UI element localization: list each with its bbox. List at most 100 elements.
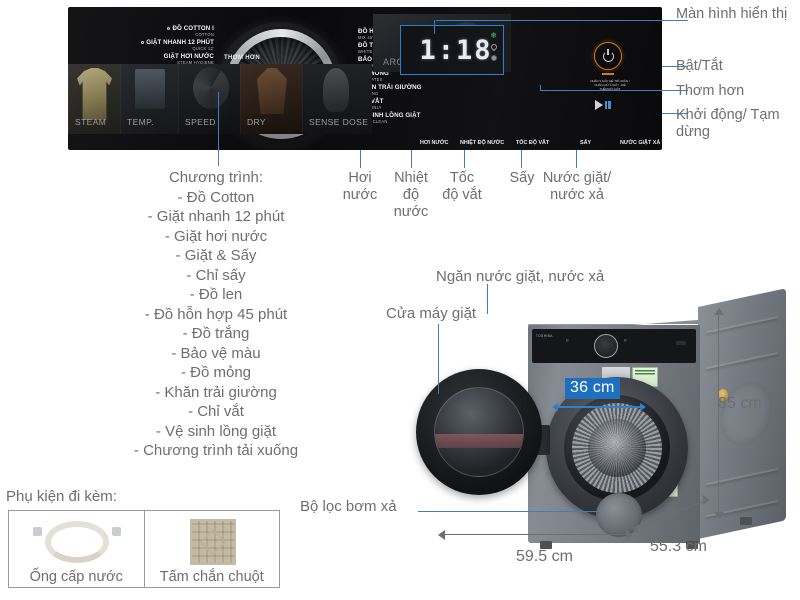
leader-display-run [436,20,662,22]
washer-drum [572,403,662,493]
annotation-steam: Hơi nước [342,170,378,203]
button-steam-label: STEAM [75,117,107,127]
spin-icon [193,67,229,109]
annotation-program-line: - Đồ len [189,286,243,303]
program-name-en: SPIN ONLY [358,104,382,110]
annotation-program-line: - Bảo vệ màu [171,344,261,362]
accessory-item-hose: Ống cấp nước [9,511,144,587]
program-item[interactable]: KHĂN TRẢI GIƯỜNGBEDDING [358,85,454,96]
accessory-hose-label: Ống cấp nước [29,569,123,585]
washer-mini-control-panel: TOSHIBA |||| |||| [532,329,696,363]
annotation-program-line: - Đồ mỏng [180,364,252,381]
annotation-aroma: Thơm hơn [676,83,745,99]
annotation-program-line: - Đồ trắng [182,325,250,342]
dim-height-line [718,314,719,514]
program-name-en: BEDDING [358,91,454,96]
dim-height-arrow-bottom [714,512,724,519]
annotation-program-line: - Giặt nhanh 12 phút [147,208,285,225]
annotation-program-line: - Chương trình tải xuống [133,442,299,459]
leader-aroma-run [540,90,662,92]
mini-display-icon [676,341,686,345]
accessory-mouse-guard-label: Tấm chắn chuột [159,569,264,585]
program-name-en: DRUM CLEAN [358,119,388,125]
display-time-value: 1:18 [419,34,493,66]
mini-panel-text-left: |||| [566,339,569,342]
annotation-program-line: - Đồ Cotton [177,188,255,206]
washer-door-open [416,369,542,495]
mouse-guard-icon [189,519,236,565]
dim-width-line [444,534,628,535]
display-indicators: ❄ [489,31,498,61]
gear-icon [490,55,497,61]
annotation-washer-door: Cửa máy giặt [386,305,477,322]
water-drop-icon [489,42,498,52]
button-steam[interactable]: STEAM [68,64,120,134]
annotation-program-line: - Chỉ sấy [186,266,246,284]
dim-depth-arrow-right [703,495,710,505]
button-spin-speed[interactable]: SPEED [178,64,240,134]
annotation-program-line: - Giặt & Sấy [175,247,257,264]
power-icon [602,48,614,62]
washer-control-panel: ĐỒ COTTON I COTTON GIẶT NHANH 12 PHÚT QUICK… [68,7,662,150]
button-vn-label: NƯỚC GIẶT XẢ TỰ ĐỘNG [620,140,662,146]
button-dry-label: DRY [247,117,266,127]
button-sense-dose-label: SENSE DOSE [309,117,369,127]
washer-foot-rear [740,517,752,525]
annotation-program-line: - Vệ sinh lồng giặt [155,422,277,440]
leader-drawer [487,284,489,314]
button-vn-label: TỐC ĐỘ VẮT [516,140,550,146]
button-temperature[interactable]: TEMP. [120,64,178,134]
detergent-bottle-icon [323,68,349,112]
button-vn-label: SẤY [580,140,592,146]
dim-depth-label: 55.3 cm [650,538,707,555]
dim-width-arrow-left [438,530,445,540]
mini-panel-text-right: |||| [624,339,627,342]
aroma-label-vn: THƠM HƠN [224,55,260,61]
program-item[interactable]: GIẶT NHANH 12 PHÚT QUICK 12' [74,39,214,51]
pause-icon [604,101,611,109]
drum-diameter-arrow [552,403,646,411]
accessories-box: Ống cấp nước Tấm chắn chuột [8,510,280,588]
dim-height-arrow-top [714,308,724,315]
door-inner-glass [434,387,524,477]
start-pause-button[interactable] [595,100,611,110]
button-sense-dose[interactable]: SENSE DOSE [302,64,372,134]
annotation-detergent-drawer: Ngăn nước giặt, nước xả [436,268,605,285]
annotation-program-list: Chương trình: - Đồ Cotton - Giặt nhanh 12 … [92,168,340,461]
eco-leaf-icon: ❄ [490,31,497,40]
brand-logo: TOSHIBA [536,334,553,338]
button-vn-label: HƠI NƯỚC [420,140,449,146]
annotation-power: Bật/Tắt [676,58,723,74]
button-spin-speed-label: SPEED [185,117,216,127]
annotation-program-line: - Chỉ vắt [188,403,244,420]
dim-width-label: 59.5 cm [516,548,573,565]
program-indicator-dot [166,26,170,30]
leader-dry [521,150,523,168]
door-reflection-band [435,434,523,448]
power-button[interactable] [594,42,622,70]
coat-icon [257,68,287,114]
washing-machine-illustration: TOSHIBA |||| |||| 36 cm [400,285,800,585]
program-item[interactable]: CHỈ VẮTSPIN ONLY [358,99,454,110]
program-name-en: DELICATES [358,77,454,82]
dim-depth-arrow-left [632,524,639,534]
drum-diameter-badge: 36 cm [565,378,620,399]
button-vn-label: NHIỆT ĐỘ NƯỚC [460,140,505,146]
washer-side-panel [698,288,786,539]
program-item[interactable]: ĐỒ COTTON I COTTON [74,25,214,37]
accessories-title: Phụ kiện đi kèm: [6,488,117,505]
program-item[interactable]: VỆ SINH LỒNG GIẶT DRUM CLEAN [358,113,454,124]
accessory-item-mouse-guard: Tấm chắn chuột [143,511,280,587]
annotation-temperature: Nhiệt độ nước [393,170,429,220]
button-dry[interactable]: DRY [240,64,302,134]
power-indicator-bar [602,73,614,75]
leader-programs [218,92,220,166]
thermometer-icon [135,69,165,109]
annotation-start-pause: Khởi động/ Tạm dừng [676,107,780,140]
annotation-spin-speed: Tốc độ vắt [442,170,482,203]
program-name-en: COTTON [195,31,214,37]
leader-speed [464,150,466,168]
annotation-program-line: - Giặt hơi nước [164,227,268,245]
mini-dial-icon [594,334,618,358]
leader-display-stem [434,20,436,34]
